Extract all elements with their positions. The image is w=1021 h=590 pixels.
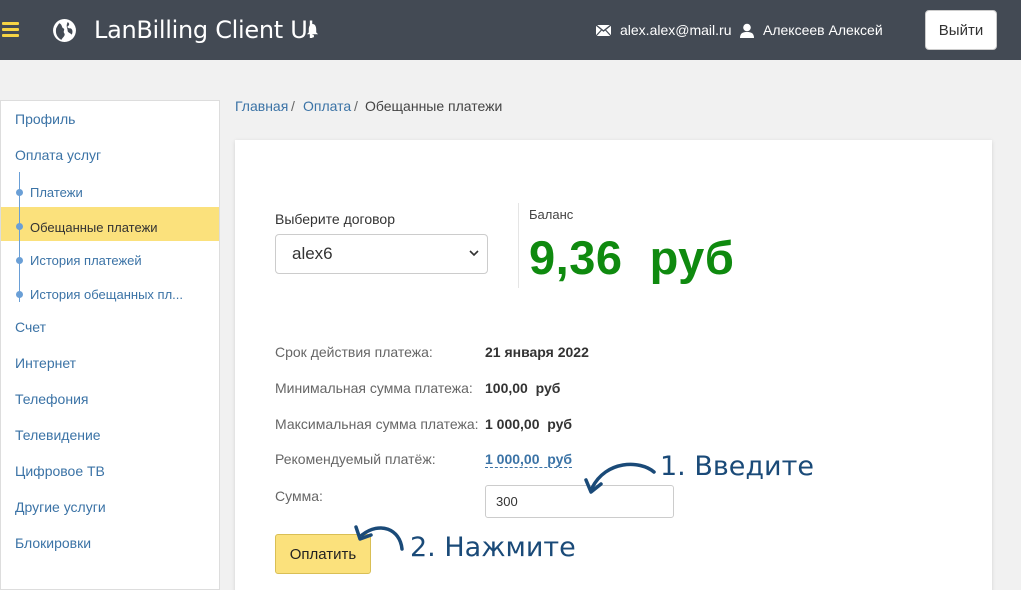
sidebar-item-promised-history[interactable]: История обещанных пл...: [30, 287, 183, 302]
sidebar: [0, 100, 220, 590]
min-amount-label: Минимальная сумма платежа:: [275, 380, 473, 396]
divider: [518, 203, 519, 288]
sidebar-item-payments[interactable]: Платежи: [30, 185, 83, 200]
annotation-step1: 1. Введите: [660, 451, 814, 482]
min-amount-value: 100,00 руб: [485, 380, 561, 396]
user-email: alex.alex@mail.ru: [620, 22, 732, 38]
menu-icon[interactable]: [2, 22, 19, 37]
recommended-label: Рекомендуемый платёж:: [275, 451, 436, 467]
validity-label: Срок действия платежа:: [275, 344, 433, 360]
globe-icon: [53, 19, 76, 42]
sidebar-dot: [16, 291, 23, 298]
sidebar-item-profile[interactable]: Профиль: [15, 111, 75, 127]
top-bar: LanBilling Client UI alex.alex@mail.ru А…: [0, 0, 1021, 60]
validity-value: 21 января 2022: [485, 344, 589, 360]
breadcrumb-home[interactable]: Главная: [235, 98, 288, 114]
annotation-arrow-icon: [354, 525, 404, 551]
envelope-icon: [596, 25, 611, 36]
max-amount-label: Максимальная сумма платежа:: [275, 416, 479, 432]
sidebar-dot: [16, 223, 23, 230]
logout-button[interactable]: Выйти: [925, 10, 997, 50]
sidebar-item-locks[interactable]: Блокировки: [15, 535, 91, 551]
sidebar-dot: [16, 257, 23, 264]
sidebar-item-promised-payments[interactable]: Обещанные платежи: [30, 220, 158, 235]
sidebar-item-internet[interactable]: Интернет: [15, 355, 76, 371]
sidebar-item-account[interactable]: Счет: [15, 319, 46, 335]
sidebar-item-telephony[interactable]: Телефония: [15, 391, 88, 407]
user-name: Алексеев Алексей: [763, 22, 883, 38]
recommended-amount-link[interactable]: 1 000,00 руб: [485, 451, 573, 468]
sidebar-item-payment-services[interactable]: Оплата услуг: [15, 147, 101, 163]
app-title: LanBilling Client UI: [94, 16, 315, 44]
sidebar-item-digital-tv[interactable]: Цифровое ТВ: [15, 463, 105, 479]
amount-label: Сумма:: [275, 488, 323, 504]
contract-select[interactable]: alex6: [275, 234, 488, 274]
sidebar-dot: [16, 189, 23, 196]
annotation-step2: 2. Нажмите: [410, 532, 576, 563]
sidebar-item-other-services[interactable]: Другие услуги: [15, 499, 106, 515]
breadcrumb-payment[interactable]: Оплата: [303, 98, 351, 114]
sidebar-item-payment-history[interactable]: История платежей: [30, 253, 142, 268]
payment-card: [235, 140, 992, 590]
chevron-down-icon: [469, 250, 479, 257]
breadcrumb-current: Обещанные платежи: [365, 98, 503, 114]
bell-icon[interactable]: [306, 23, 319, 38]
breadcrumb-separator: /: [354, 98, 358, 114]
breadcrumb-separator: /: [291, 98, 295, 114]
balance-label: Баланс: [529, 207, 574, 222]
contract-select-value: alex6: [292, 244, 333, 263]
user-icon: [740, 23, 754, 38]
balance-value: 9,36 руб: [529, 231, 735, 284]
contract-label: Выберите договор: [275, 211, 395, 227]
sidebar-item-television[interactable]: Телевидение: [15, 427, 101, 443]
max-amount-value: 1 000,00 руб: [485, 416, 573, 432]
annotation-arrow-icon: [584, 462, 656, 494]
